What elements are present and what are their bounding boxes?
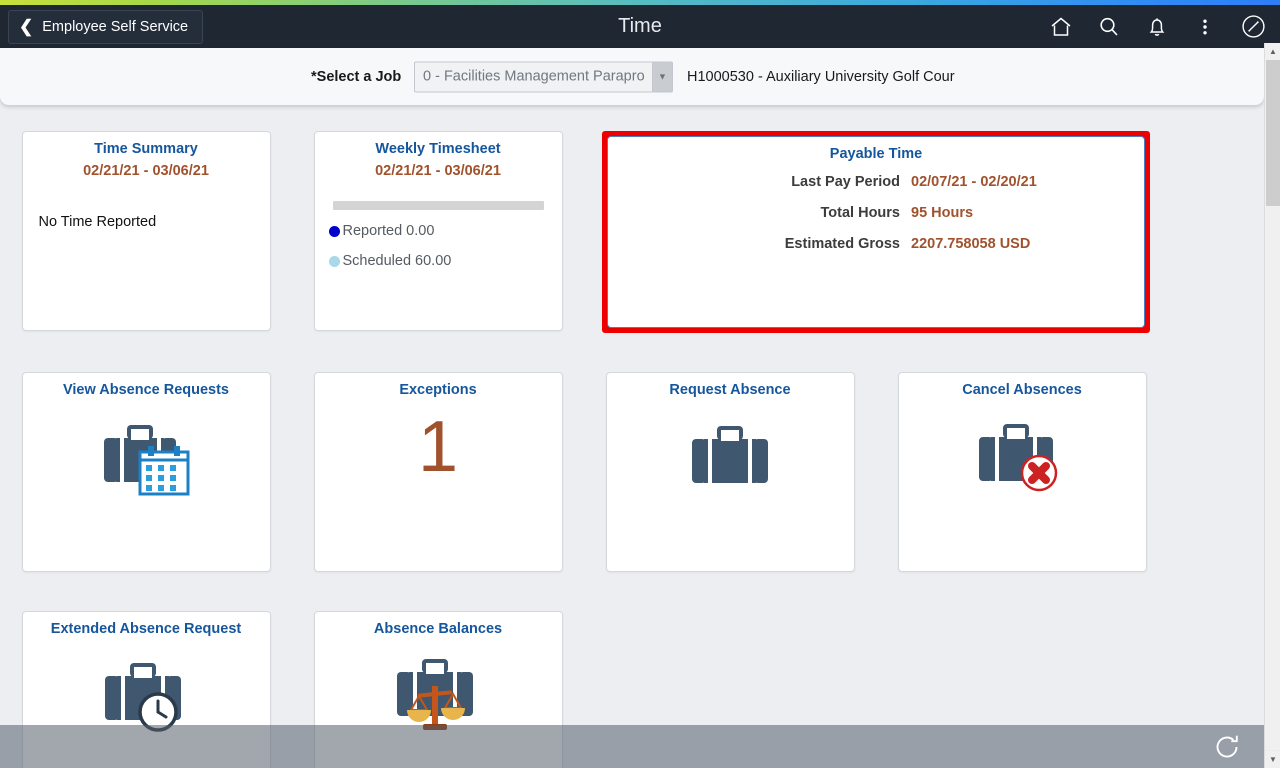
tile-time-summary[interactable]: Time Summary 02/21/21 - 03/06/21 No Time… [21, 131, 271, 331]
bottom-overlay-bar [0, 725, 1264, 768]
tile-payable-time-highlight: Payable Time Last Pay Period 02/07/21 - … [602, 131, 1150, 333]
briefcase-clock-icon [23, 654, 270, 736]
tile-cell: Request Absence [584, 372, 876, 572]
tile-cell: Exceptions 1 [292, 372, 584, 572]
select-a-job-label: *Select a Job [311, 68, 402, 85]
tile-exceptions[interactable]: Exceptions 1 [313, 372, 563, 572]
chevron-down-icon[interactable]: ▼ [1265, 751, 1280, 768]
tile-title: Exceptions [399, 382, 477, 398]
no-time-reported-text: No Time Reported [38, 214, 157, 231]
exceptions-count: 1 [417, 407, 459, 488]
tile-cell: Cancel Absences [876, 372, 1168, 572]
legend-dot-reported [328, 225, 340, 237]
select-a-job-dropdown[interactable]: 0 - Facilities Management Parapro ▼ [414, 61, 673, 92]
tile-grid: Time Summary 02/21/21 - 03/06/21 No Time… [0, 131, 1264, 768]
timesheet-legend: Reported 0.00 Scheduled 60.00 [315, 223, 562, 269]
home-icon[interactable] [1042, 8, 1080, 46]
job-description-text: H1000530 - Auxiliary University Golf Cou… [687, 68, 955, 85]
tile-cell: Time Summary 02/21/21 - 03/06/21 No Time… [0, 131, 292, 333]
chevron-up-icon[interactable]: ▲ [1265, 43, 1280, 60]
row-value: 02/07/21 - 02/20/21 [911, 174, 1037, 191]
tile-row-2: View Absence Requests Exceptions 1 Reque… [0, 372, 1264, 572]
tile-row-1: Time Summary 02/21/21 - 03/06/21 No Time… [0, 131, 1264, 333]
back-to-employee-self-service-button[interactable]: ❮ Employee Self Service [8, 9, 204, 44]
briefcase-scales-icon [315, 654, 562, 736]
header-icon-group [1042, 8, 1272, 46]
tile-cancel-absences[interactable]: Cancel Absences [897, 372, 1147, 572]
tile-title: Absence Balances [373, 621, 503, 637]
payable-time-row: Estimated Gross 2207.758058 USD [608, 236, 1144, 252]
briefcase-icon [607, 415, 854, 493]
briefcase-cancel-icon [899, 415, 1146, 497]
tile-cell: View Absence Requests [0, 372, 292, 572]
back-button-label: Employee Self Service [42, 18, 189, 35]
row-label: Estimated Gross [784, 236, 900, 253]
legend-item: Reported 0.00 [328, 223, 562, 240]
navigator-compass-icon[interactable] [1234, 8, 1272, 46]
row-value: 2207.758058 USD [911, 236, 1031, 253]
tile-cell: Weekly Timesheet 02/21/21 - 03/06/21 Rep… [292, 131, 584, 333]
tile-payable-time[interactable]: Payable Time Last Pay Period 02/07/21 - … [607, 136, 1145, 328]
page-root: Time ❮ Employee Self Service *Select a J… [0, 0, 1280, 768]
tile-title: Cancel Absences [962, 382, 1082, 398]
tile-subtitle: 02/21/21 - 03/06/21 [375, 163, 501, 180]
tile-title: Weekly Timesheet [375, 141, 501, 157]
tile-title: Payable Time [829, 146, 923, 162]
tile-title: Request Absence [669, 382, 791, 398]
chevron-down-icon: ▼ [652, 62, 672, 91]
tile-title: View Absence Requests [62, 382, 229, 398]
refresh-icon[interactable] [1212, 732, 1242, 762]
payable-time-row: Total Hours 95 Hours [608, 205, 1144, 221]
tile-view-absence-requests[interactable]: View Absence Requests [21, 372, 271, 572]
vertical-scrollbar[interactable]: ▲ ▼ [1264, 43, 1280, 768]
row-label: Last Pay Period [791, 174, 900, 191]
kebab-menu-icon[interactable] [1186, 8, 1224, 46]
tile-cell: Payable Time Last Pay Period 02/07/21 - … [584, 131, 1168, 333]
row-value: 95 Hours [911, 205, 974, 222]
scrollbar-thumb[interactable] [1266, 60, 1280, 206]
select-a-job-value: 0 - Facilities Management Parapro [423, 68, 645, 85]
notifications-bell-icon[interactable] [1138, 8, 1176, 46]
app-header: Time ❮ Employee Self Service [0, 5, 1280, 48]
tile-request-absence[interactable]: Request Absence [605, 372, 855, 572]
timesheet-progress-bar [332, 201, 544, 211]
legend-label: Reported 0.00 [342, 223, 435, 240]
payable-time-row: Last Pay Period 02/07/21 - 02/20/21 [608, 174, 1144, 190]
briefcase-calendar-icon [23, 415, 270, 501]
search-icon[interactable] [1090, 8, 1128, 46]
chevron-left-icon: ❮ [19, 17, 34, 36]
tile-subtitle: 02/21/21 - 03/06/21 [83, 163, 209, 180]
job-selector-panel: *Select a Job 0 - Facilities Management … [0, 48, 1264, 105]
tile-title: Extended Absence Request [50, 621, 242, 637]
legend-item: Scheduled 60.00 [328, 253, 562, 270]
payable-time-rows: Last Pay Period 02/07/21 - 02/20/21 Tota… [608, 174, 1144, 252]
tile-weekly-timesheet[interactable]: Weekly Timesheet 02/21/21 - 03/06/21 Rep… [313, 131, 563, 331]
row-label: Total Hours [820, 205, 900, 222]
legend-dot-scheduled [328, 255, 340, 267]
tile-title: Time Summary [94, 141, 198, 157]
legend-label: Scheduled 60.00 [342, 253, 452, 270]
